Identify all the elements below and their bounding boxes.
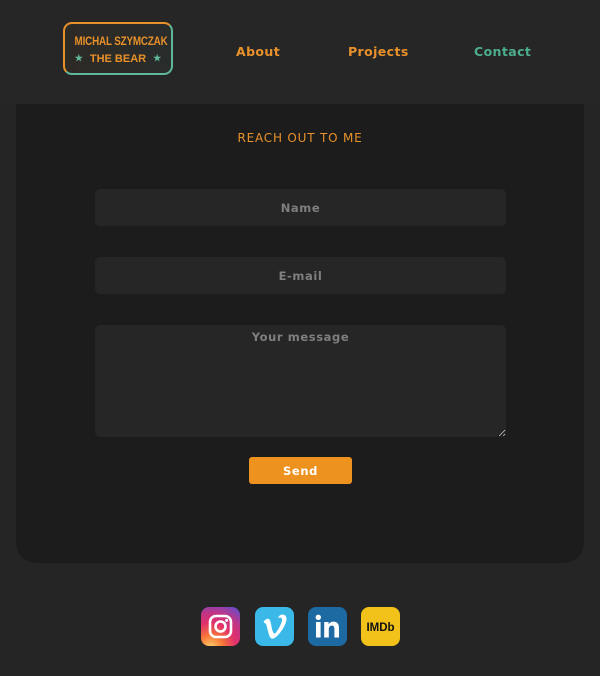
nav-projects[interactable]: Projects — [348, 44, 409, 59]
contact-title: REACH OUT TO ME — [237, 131, 363, 145]
star-icon: ★ — [153, 53, 162, 63]
imdb-logo-text: IMDb — [366, 622, 394, 634]
imdb-icon[interactable]: IMDb — [361, 607, 400, 646]
name-input[interactable] — [95, 189, 506, 226]
star-icon: ★ — [74, 53, 83, 63]
nav-about[interactable]: About — [236, 44, 280, 59]
instagram-icon[interactable] — [201, 607, 240, 646]
logo-name: MICHAL SZYMCZAK — [74, 34, 168, 48]
site-logo[interactable]: MICHAL SZYMCZAK ★ THE BEAR ★ — [63, 22, 173, 75]
message-textarea[interactable] — [95, 325, 506, 437]
nav-contact[interactable]: Contact — [474, 44, 531, 59]
send-button[interactable]: Send — [249, 457, 352, 484]
logo-tagline: ★ THE BEAR ★ — [65, 53, 171, 65]
contact-panel: REACH OUT TO ME Send — [16, 104, 584, 563]
linkedin-icon[interactable] — [308, 607, 347, 646]
logo-tagline-text: THE BEAR — [89, 53, 147, 65]
social-links: IMDb — [0, 607, 600, 646]
site-header: MICHAL SZYMCZAK ★ THE BEAR ★ About Project… — [0, 0, 600, 104]
vimeo-icon[interactable] — [255, 607, 294, 646]
email-input[interactable] — [95, 257, 506, 294]
